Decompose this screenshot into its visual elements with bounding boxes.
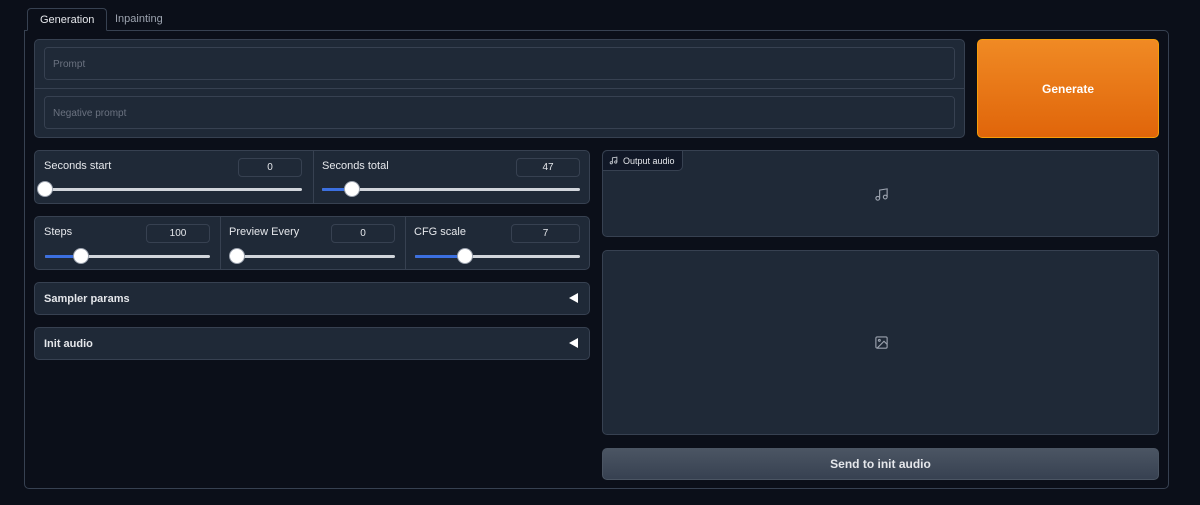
seconds-slider-row: Seconds start 0 Seconds total 47: [34, 150, 590, 204]
seconds-start-number[interactable]: 0: [238, 158, 302, 177]
output-audio-label-tag: Output audio: [603, 151, 683, 171]
preview-every-label: Preview Every: [229, 226, 300, 238]
steps-label: Steps: [44, 226, 73, 238]
sampling-slider-row: Steps 100 Preview Every 0 CFG scale 7: [34, 216, 590, 270]
seconds-start-thumb[interactable]: [37, 181, 53, 197]
preview-every-slider: Preview Every 0: [220, 217, 405, 269]
send-to-init-audio-button[interactable]: Send to init audio: [602, 448, 1159, 480]
prompt-divider: [35, 88, 964, 89]
preview-every-number[interactable]: 0: [331, 224, 395, 243]
preview-every-track[interactable]: [229, 248, 395, 264]
steps-thumb[interactable]: [73, 248, 90, 264]
seconds-start-track[interactable]: [37, 181, 302, 197]
init-audio-label: Init audio: [44, 338, 93, 350]
seconds-total-track[interactable]: [322, 181, 580, 197]
steps-track[interactable]: [45, 248, 210, 264]
cfg-scale-label: CFG scale: [414, 226, 466, 238]
prompt-input[interactable]: [44, 47, 955, 80]
seconds-total-thumb[interactable]: [344, 181, 361, 197]
sampler-params-label: Sampler params: [44, 293, 130, 305]
collapse-arrow-icon: [569, 293, 578, 303]
collapse-arrow-icon: [569, 338, 578, 348]
output-audio-label: Output audio: [623, 155, 675, 166]
seconds-total-label: Seconds total: [322, 160, 389, 172]
image-icon: [875, 336, 888, 349]
seconds-start-label: Seconds start: [44, 160, 112, 172]
cfg-scale-number[interactable]: 7: [511, 224, 580, 243]
preview-every-thumb[interactable]: [229, 248, 245, 264]
music-note-icon: [875, 188, 888, 201]
music-note-icon: [609, 156, 618, 165]
cfg-scale-slider: CFG scale 7: [405, 217, 591, 269]
tab-generation[interactable]: Generation: [27, 8, 108, 31]
seconds-start-slider: Seconds start 0: [35, 151, 313, 203]
sampler-params-accordion[interactable]: Sampler params: [34, 282, 590, 315]
steps-slider: Steps 100: [35, 217, 220, 269]
output-audio-panel: Output audio: [602, 150, 1159, 237]
prompt-block: [34, 39, 965, 138]
seconds-total-number[interactable]: 47: [516, 158, 580, 177]
cfg-scale-thumb[interactable]: [456, 248, 473, 264]
negative-prompt-input[interactable]: [44, 96, 955, 129]
tab-inpainting[interactable]: Inpainting: [103, 8, 175, 31]
generate-button[interactable]: Generate: [977, 39, 1159, 138]
steps-number[interactable]: 100: [146, 224, 210, 243]
init-audio-accordion[interactable]: Init audio: [34, 327, 590, 360]
output-image-panel: [602, 250, 1159, 435]
seconds-total-slider: Seconds total 47: [313, 151, 591, 203]
cfg-scale-track[interactable]: [415, 248, 580, 264]
